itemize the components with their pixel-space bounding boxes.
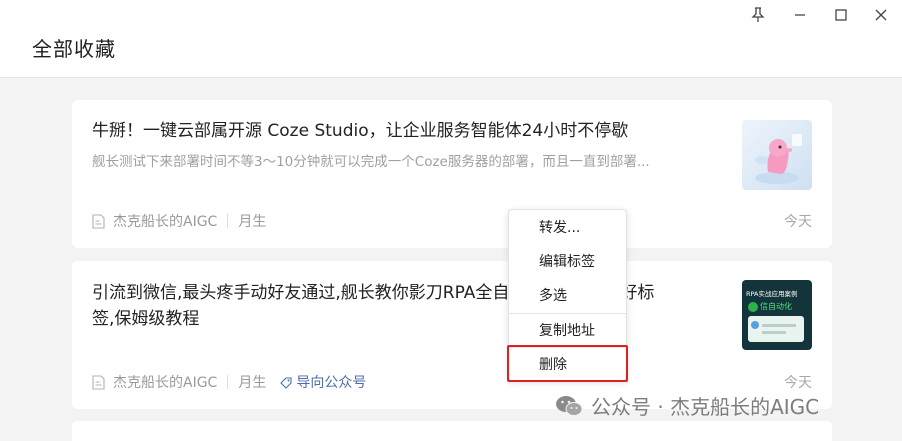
watermark: 公众号 · 杰克船长的AIGC: [555, 391, 819, 420]
card-source: 月生: [238, 375, 267, 391]
favorite-card[interactable]: 引流到微信,最头疼手动好友通过,舰长教你影刀RPA全自过并打好标 签,保姆级教程…: [72, 261, 832, 409]
document-icon: [92, 213, 105, 229]
wechat-icon: [748, 301, 758, 312]
card-tag[interactable]: 导向公众号: [280, 372, 366, 392]
menu-divider: [509, 313, 626, 314]
thumbnail-panel: [748, 316, 804, 342]
card-meta: 杰克船长的AIGC 月生 导向公众号: [92, 372, 366, 392]
thumbnail-avatar: [751, 321, 759, 329]
menu-item-copy-address[interactable]: 复制地址: [509, 315, 626, 347]
wechat-icon: [556, 395, 583, 416]
thumbnail-heading: 信自动化: [748, 301, 792, 312]
title-bar: 全部收藏: [0, 0, 902, 78]
card-title-line2: 签,保姆级教程: [92, 309, 200, 329]
card-date: 今天: [784, 214, 812, 230]
delete-highlight-box: [507, 345, 628, 382]
card-author: 杰克船长的AIGC: [113, 214, 218, 230]
card-title[interactable]: 引流到微信,最头疼手动好友通过,舰长教你影刀RPA全自过并打好标 签,保姆级教程: [92, 280, 722, 332]
favorite-card[interactable]: [72, 421, 832, 441]
thumbnail-line: [762, 331, 786, 334]
document-icon: [92, 374, 105, 390]
close-icon: [875, 9, 887, 21]
maximize-icon: [835, 9, 847, 21]
thumbnail-line: [762, 324, 796, 327]
pin-button[interactable]: [746, 4, 770, 26]
meta-divider: [227, 375, 229, 389]
card-source: 月生: [238, 214, 267, 230]
card-tag-label: 导向公众号: [296, 375, 367, 391]
card-thumbnail[interactable]: RPA实战应用案例 信自动化: [742, 280, 812, 350]
card-title-line1: 引流到微信,最头疼手动好友通过,舰长教你影刀RPA全自: [92, 283, 510, 303]
maximize-button[interactable]: [829, 4, 853, 26]
card-author: 杰克船长的AIGC: [113, 375, 218, 391]
minimize-button[interactable]: [788, 4, 812, 26]
thumbnail-image: [755, 134, 802, 184]
menu-item-edit-tags[interactable]: 编辑标签: [509, 246, 626, 278]
close-button[interactable]: [869, 4, 893, 26]
card-meta: 杰克船长的AIGC 月生: [92, 211, 266, 231]
card-thumbnail[interactable]: [742, 120, 812, 190]
watermark-text: 公众号 · 杰克船长的AIGC: [591, 395, 820, 419]
pin-icon: [751, 7, 765, 22]
page-title: 全部收藏: [32, 37, 116, 61]
tag-icon: [280, 376, 292, 389]
thumbnail-caption: RPA实战应用案例: [746, 290, 798, 298]
minimize-icon: [795, 14, 805, 16]
thumbnail-heading-text: 信自动化: [760, 302, 792, 311]
meta-divider: [227, 214, 229, 228]
card-title[interactable]: 牛掰！一键云部属开源 Coze Studio，让企业服务智能体24小时不停歇: [92, 118, 722, 144]
favorite-card[interactable]: 牛掰！一键云部属开源 Coze Studio，让企业服务智能体24小时不停歇 舰…: [72, 100, 832, 248]
card-date: 今天: [784, 375, 812, 391]
menu-item-forward[interactable]: 转发...: [509, 212, 626, 244]
card-summary: 舰长测试下来部署时间不等3～10分钟就可以完成一个Coze服务器的部署，而且一直…: [92, 154, 650, 170]
menu-item-multi-select[interactable]: 多选: [509, 280, 626, 312]
